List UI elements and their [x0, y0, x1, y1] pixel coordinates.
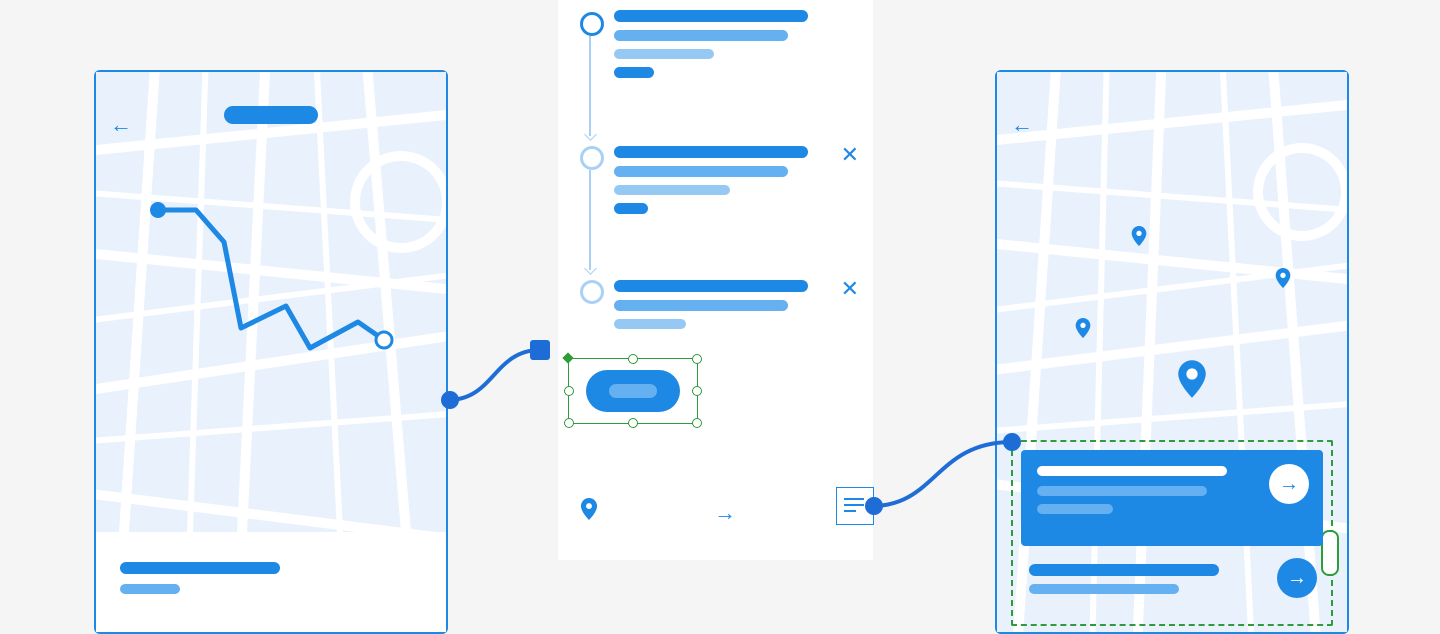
step-3: [614, 280, 808, 329]
steps-panel: ✕ ✕ →: [558, 0, 873, 560]
timeline-node: [580, 280, 604, 304]
text-placeholder: [614, 203, 648, 214]
text-placeholder: [614, 319, 686, 329]
panel-footer: →: [558, 498, 873, 538]
pill-button[interactable]: [586, 370, 680, 412]
text-placeholder: [1037, 466, 1227, 476]
map-pin-icon[interactable]: [1275, 268, 1291, 288]
phone-mock-right: ← → →: [995, 70, 1349, 634]
selection-rotate-handle[interactable]: [562, 352, 573, 363]
back-arrow-icon[interactable]: ←: [110, 112, 132, 138]
selection-resize-handle[interactable]: [1321, 530, 1339, 576]
chevron-down-icon: [584, 128, 597, 141]
remove-step-icon[interactable]: ✕: [841, 142, 859, 168]
text-placeholder: [1037, 486, 1207, 496]
map-pin-icon[interactable]: [1131, 226, 1147, 246]
map-pin-icon[interactable]: [1075, 318, 1091, 338]
text-placeholder: [614, 10, 808, 22]
text-placeholder: [614, 166, 788, 177]
note-icon[interactable]: [836, 487, 874, 525]
selection-handle[interactable]: [628, 418, 638, 428]
selection-handle[interactable]: [564, 418, 574, 428]
back-arrow-icon[interactable]: ←: [1011, 112, 1033, 138]
timeline-connector: [589, 36, 591, 136]
phone-mock-left: ←: [94, 70, 448, 634]
text-placeholder: [614, 280, 808, 292]
bottom-sheet: [96, 532, 446, 632]
pill-button-label: [609, 384, 657, 398]
result-card-primary[interactable]: →: [1021, 450, 1323, 546]
step-2: [614, 146, 808, 214]
timeline-connector: [589, 170, 591, 270]
text-placeholder: [614, 49, 714, 59]
selection-handle[interactable]: [692, 386, 702, 396]
text-placeholder: [614, 67, 654, 78]
map-pin-large-icon[interactable]: [1177, 360, 1207, 398]
timeline-node-start: [580, 12, 604, 36]
text-placeholder: [120, 584, 180, 594]
selection-handle[interactable]: [692, 354, 702, 364]
selected-component[interactable]: [568, 358, 698, 424]
remove-step-icon[interactable]: ✕: [841, 276, 859, 302]
text-placeholder: [614, 30, 788, 41]
pin-icon[interactable]: [580, 498, 598, 526]
text-placeholder: [1029, 564, 1219, 576]
selection-handle[interactable]: [692, 418, 702, 428]
go-button[interactable]: →: [1277, 558, 1317, 598]
selection-handle[interactable]: [564, 386, 574, 396]
selection-handle[interactable]: [628, 354, 638, 364]
arrow-right-icon[interactable]: →: [714, 500, 736, 526]
selection-dashed-area[interactable]: → →: [1011, 440, 1333, 626]
go-button[interactable]: →: [1269, 464, 1309, 504]
timeline: [580, 12, 600, 560]
text-placeholder: [1037, 504, 1113, 514]
header-chip: [224, 106, 318, 124]
text-placeholder: [1029, 584, 1179, 594]
text-placeholder: [614, 146, 808, 158]
step-1: [614, 10, 808, 78]
text-placeholder: [614, 300, 788, 311]
timeline-node: [580, 146, 604, 170]
chevron-down-icon: [584, 262, 597, 275]
text-placeholder: [614, 185, 730, 195]
text-placeholder: [120, 562, 280, 574]
